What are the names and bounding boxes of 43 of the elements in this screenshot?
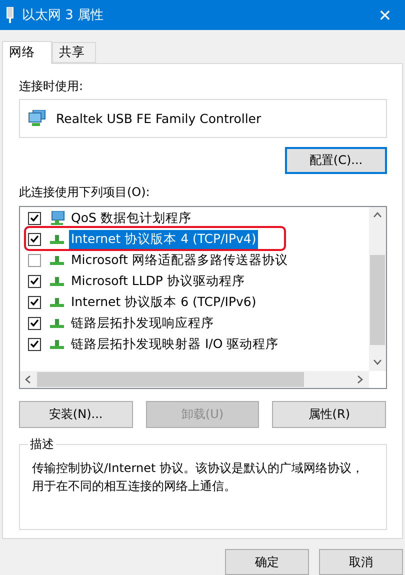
scroll-left-icon[interactable] [24, 374, 33, 384]
network-protocol-icon [49, 274, 65, 288]
scroll-up-icon[interactable] [373, 210, 382, 220]
window-title: 以太网 3 属性 [22, 7, 105, 24]
checkbox[interactable] [28, 212, 41, 225]
list-item[interactable]: Internet 协议版本 4 (TCP/IPv4) [69, 230, 258, 249]
list-item[interactable]: Microsoft LLDP 协议驱动程序 [69, 272, 247, 291]
close-button[interactable]: ✕ [365, 0, 405, 30]
dialog-button[interactable]: 取消 [319, 549, 403, 575]
list-item[interactable]: 链路层拓扑发现响应程序 [69, 314, 216, 333]
vertical-scrollbar[interactable] [369, 206, 386, 371]
checkbox[interactable] [28, 338, 41, 351]
configure-button[interactable]: 配置(C)... [285, 146, 387, 174]
monitor-network-icon [49, 211, 65, 226]
list-item[interactable]: Microsoft 网络适配器多路传送器协议 [69, 250, 290, 270]
network-cable-icon [6, 7, 14, 23]
list-item[interactable]: 链路层拓扑发现映射器 I/O 驱动程序 [69, 334, 281, 354]
network-protocol-icon [49, 232, 65, 246]
checkbox[interactable] [28, 232, 41, 246]
checkbox[interactable] [28, 274, 41, 288]
tab[interactable]: 共享 [52, 42, 96, 63]
horizontal-scrollbar[interactable] [20, 370, 369, 388]
section-label: 连接时使用: [19, 78, 84, 95]
scroll-right-icon[interactable] [356, 374, 365, 384]
dialog-button[interactable]: 确定 [225, 549, 309, 575]
checkbox[interactable] [28, 316, 41, 330]
list-item[interactable]: QoS 数据包计划程序 [69, 208, 194, 228]
network-protocol-icon [49, 253, 65, 268]
action-button[interactable]: 安装(N)... [19, 400, 133, 428]
checkbox[interactable] [28, 296, 41, 309]
section-label: 此连接使用下列项目(O): [19, 184, 151, 201]
checkbox[interactable] [28, 254, 41, 267]
network-protocol-icon [49, 337, 65, 352]
tab[interactable]: 网络 [2, 40, 52, 64]
network-protocol-icon [49, 295, 65, 310]
group-title: 描述 [29, 436, 55, 453]
scroll-down-icon[interactable] [373, 358, 382, 367]
action-button[interactable]: 属性(R) [272, 400, 386, 428]
description-text: 传输控制协议/Internet 协议。该协议是默认的广域网络协议，用于在不同的相互连接的网络上通信。 [32, 460, 365, 495]
network-protocol-icon [49, 316, 65, 330]
list-item[interactable]: Internet 协议版本 6 (TCP/IPv6) [69, 292, 258, 312]
network-adapter-icon [28, 110, 46, 126]
adapter-name: Realtek USB FE Family Controller [56, 110, 262, 126]
